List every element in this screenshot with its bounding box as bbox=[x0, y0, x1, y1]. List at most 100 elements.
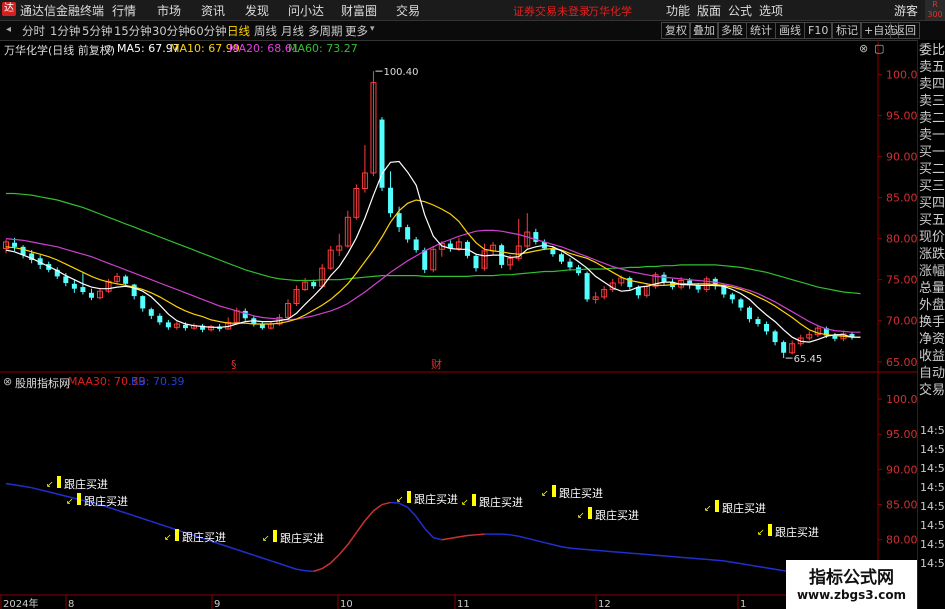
indicator-segment bbox=[757, 565, 767, 569]
indicator-segment bbox=[740, 562, 750, 566]
signal-arrow: ↙ bbox=[577, 511, 585, 521]
ind-axis-label: 90.00 bbox=[886, 463, 917, 476]
indicator-segment bbox=[749, 564, 759, 568]
mark-button[interactable]: 标记 bbox=[832, 22, 862, 39]
ind-axis-label: 80.00 bbox=[886, 534, 917, 547]
tab-intraday[interactable]: 分时 bbox=[22, 23, 45, 39]
tab-monthly[interactable]: 月线 bbox=[281, 23, 304, 39]
tab-daily[interactable]: 日线 bbox=[227, 23, 250, 39]
back-button[interactable]: 返回 bbox=[890, 22, 920, 39]
price-axis-label: 100.0 bbox=[886, 68, 917, 81]
period-toolbar: ◂ 分时 1分钟 5分钟 15分钟 30分钟 60分钟 日线 周线 月线 多周期… bbox=[0, 21, 945, 41]
candle-body bbox=[311, 282, 317, 287]
indicator-segment bbox=[561, 546, 571, 549]
menu-item-options[interactable]: 选项 bbox=[759, 2, 783, 19]
multi-stock-button[interactable]: 多股 bbox=[717, 22, 747, 39]
tab-multi-period[interactable]: 多周期 bbox=[308, 23, 343, 39]
menu-item-market[interactable]: 行情 bbox=[112, 2, 136, 19]
kline-chart[interactable]: 100.0 95.00 90.00 85.00 80.00 75.00 70.00 65.00… bbox=[0, 40, 917, 609]
menu-item-function[interactable]: 功能 bbox=[666, 2, 690, 19]
toolbar-expand-icon[interactable]: ◂ bbox=[6, 24, 11, 35]
more-chevron-icon[interactable]: ▾ bbox=[370, 24, 375, 34]
adjust-button[interactable]: 复权 bbox=[661, 22, 691, 39]
candle-body bbox=[157, 315, 163, 323]
indicator-segment bbox=[313, 567, 323, 573]
high-annotation: 100.40 bbox=[383, 67, 418, 78]
tab-1min[interactable]: 1分钟 bbox=[50, 23, 80, 39]
menu-item-layout[interactable]: 版面 bbox=[697, 2, 721, 19]
menu-item-wealth[interactable]: 财富圈 bbox=[341, 2, 377, 19]
menu-item-ask[interactable]: 问小达 bbox=[288, 2, 324, 19]
signal-arrow: ↙ bbox=[541, 489, 549, 499]
panel-item-9: 买四 bbox=[919, 196, 945, 211]
indicator-segment bbox=[287, 565, 297, 570]
price-axis-label: 90.00 bbox=[886, 151, 917, 164]
signal-bar bbox=[552, 485, 556, 497]
menu-bar: 达 通达信金融终端 行情 市场 资讯 发现 问小达 财富圈 交易 证券交易未登录… bbox=[0, 0, 945, 21]
indicator-segment bbox=[40, 489, 49, 493]
indicator-segment bbox=[381, 501, 391, 506]
menu-item-formula[interactable]: 公式 bbox=[728, 2, 752, 19]
guest-login[interactable]: 游客 bbox=[894, 2, 918, 19]
indicator-segment bbox=[364, 510, 375, 522]
indicator-segment bbox=[663, 555, 673, 558]
indicator-segment bbox=[227, 546, 237, 551]
draw-line-button[interactable]: 画线 bbox=[775, 22, 805, 39]
candle-body bbox=[140, 296, 146, 309]
panel-item-15: 外盘 bbox=[919, 298, 945, 313]
menu-item-news[interactable]: 资讯 bbox=[201, 2, 225, 19]
indicator-segment bbox=[655, 554, 665, 557]
signal-bar bbox=[588, 507, 592, 519]
candle-body bbox=[413, 239, 419, 251]
menu-item-exchange[interactable]: 市场 bbox=[157, 2, 181, 19]
indicator-segment bbox=[698, 557, 707, 561]
indicator-segment bbox=[347, 532, 357, 546]
indicator-segment bbox=[116, 509, 126, 514]
overlay-button[interactable]: 叠加 bbox=[689, 22, 719, 39]
chart-settings-icon[interactable]: ⊗ bbox=[859, 42, 868, 55]
panel-item-0: 委比 bbox=[919, 43, 945, 58]
indicator-settings-icon[interactable]: ⊗ bbox=[3, 375, 12, 388]
indicator-segment bbox=[612, 550, 622, 554]
tab-30min[interactable]: 30分钟 bbox=[152, 23, 190, 39]
signal-bar bbox=[407, 491, 411, 503]
candle-body bbox=[165, 322, 171, 328]
panel-time-7: 14:56 bbox=[920, 557, 945, 570]
signal-label: 跟庄买进 bbox=[182, 530, 226, 544]
indicator-segment bbox=[475, 533, 485, 536]
indicator-segment bbox=[527, 537, 536, 542]
indicator-segment bbox=[578, 548, 588, 551]
panel-item-1: 卖五 bbox=[919, 60, 945, 75]
trade-status-msg[interactable]: 证券交易未登录 bbox=[513, 3, 590, 19]
indicator-segment bbox=[407, 506, 417, 518]
f10-button[interactable]: F10 bbox=[804, 22, 833, 39]
indicator-segment bbox=[604, 550, 613, 553]
signal-label: 跟庄买进 bbox=[559, 486, 603, 500]
tab-5min[interactable]: 5分钟 bbox=[82, 23, 112, 39]
legend-settings-icon[interactable]: ⊗ bbox=[104, 42, 113, 55]
chart-maximize-icon[interactable]: ▢ bbox=[874, 42, 884, 55]
tab-60min[interactable]: 60分钟 bbox=[189, 23, 227, 39]
event-marker-cai: 财 bbox=[431, 357, 442, 371]
panel-item-5: 卖一 bbox=[919, 128, 945, 143]
tab-weekly[interactable]: 周线 bbox=[254, 23, 277, 39]
statistics-button[interactable]: 统计 bbox=[746, 22, 776, 39]
tab-15min[interactable]: 15分钟 bbox=[114, 23, 152, 39]
menu-item-trade[interactable]: 交易 bbox=[396, 2, 420, 19]
signal-bar bbox=[768, 524, 772, 536]
signal-bar bbox=[472, 494, 476, 506]
indicator-segment bbox=[253, 554, 263, 559]
tab-more[interactable]: 更多 bbox=[345, 23, 368, 39]
price-axis-label: 75.00 bbox=[886, 274, 917, 287]
indicator-segment bbox=[706, 558, 716, 561]
indicator-name[interactable]: 股朋指标网 bbox=[15, 375, 70, 391]
panel-item-7: 买二 bbox=[919, 162, 945, 177]
indicator-segment bbox=[433, 536, 442, 541]
candle-body bbox=[781, 342, 787, 353]
price-axis-label: 65.00 bbox=[886, 356, 917, 369]
indicator-segment bbox=[569, 547, 579, 550]
menu-item-discover[interactable]: 发现 bbox=[245, 2, 269, 19]
candle-body bbox=[738, 299, 744, 308]
indicator-segment bbox=[510, 534, 519, 537]
panel-item-14: 总量 bbox=[919, 281, 945, 296]
